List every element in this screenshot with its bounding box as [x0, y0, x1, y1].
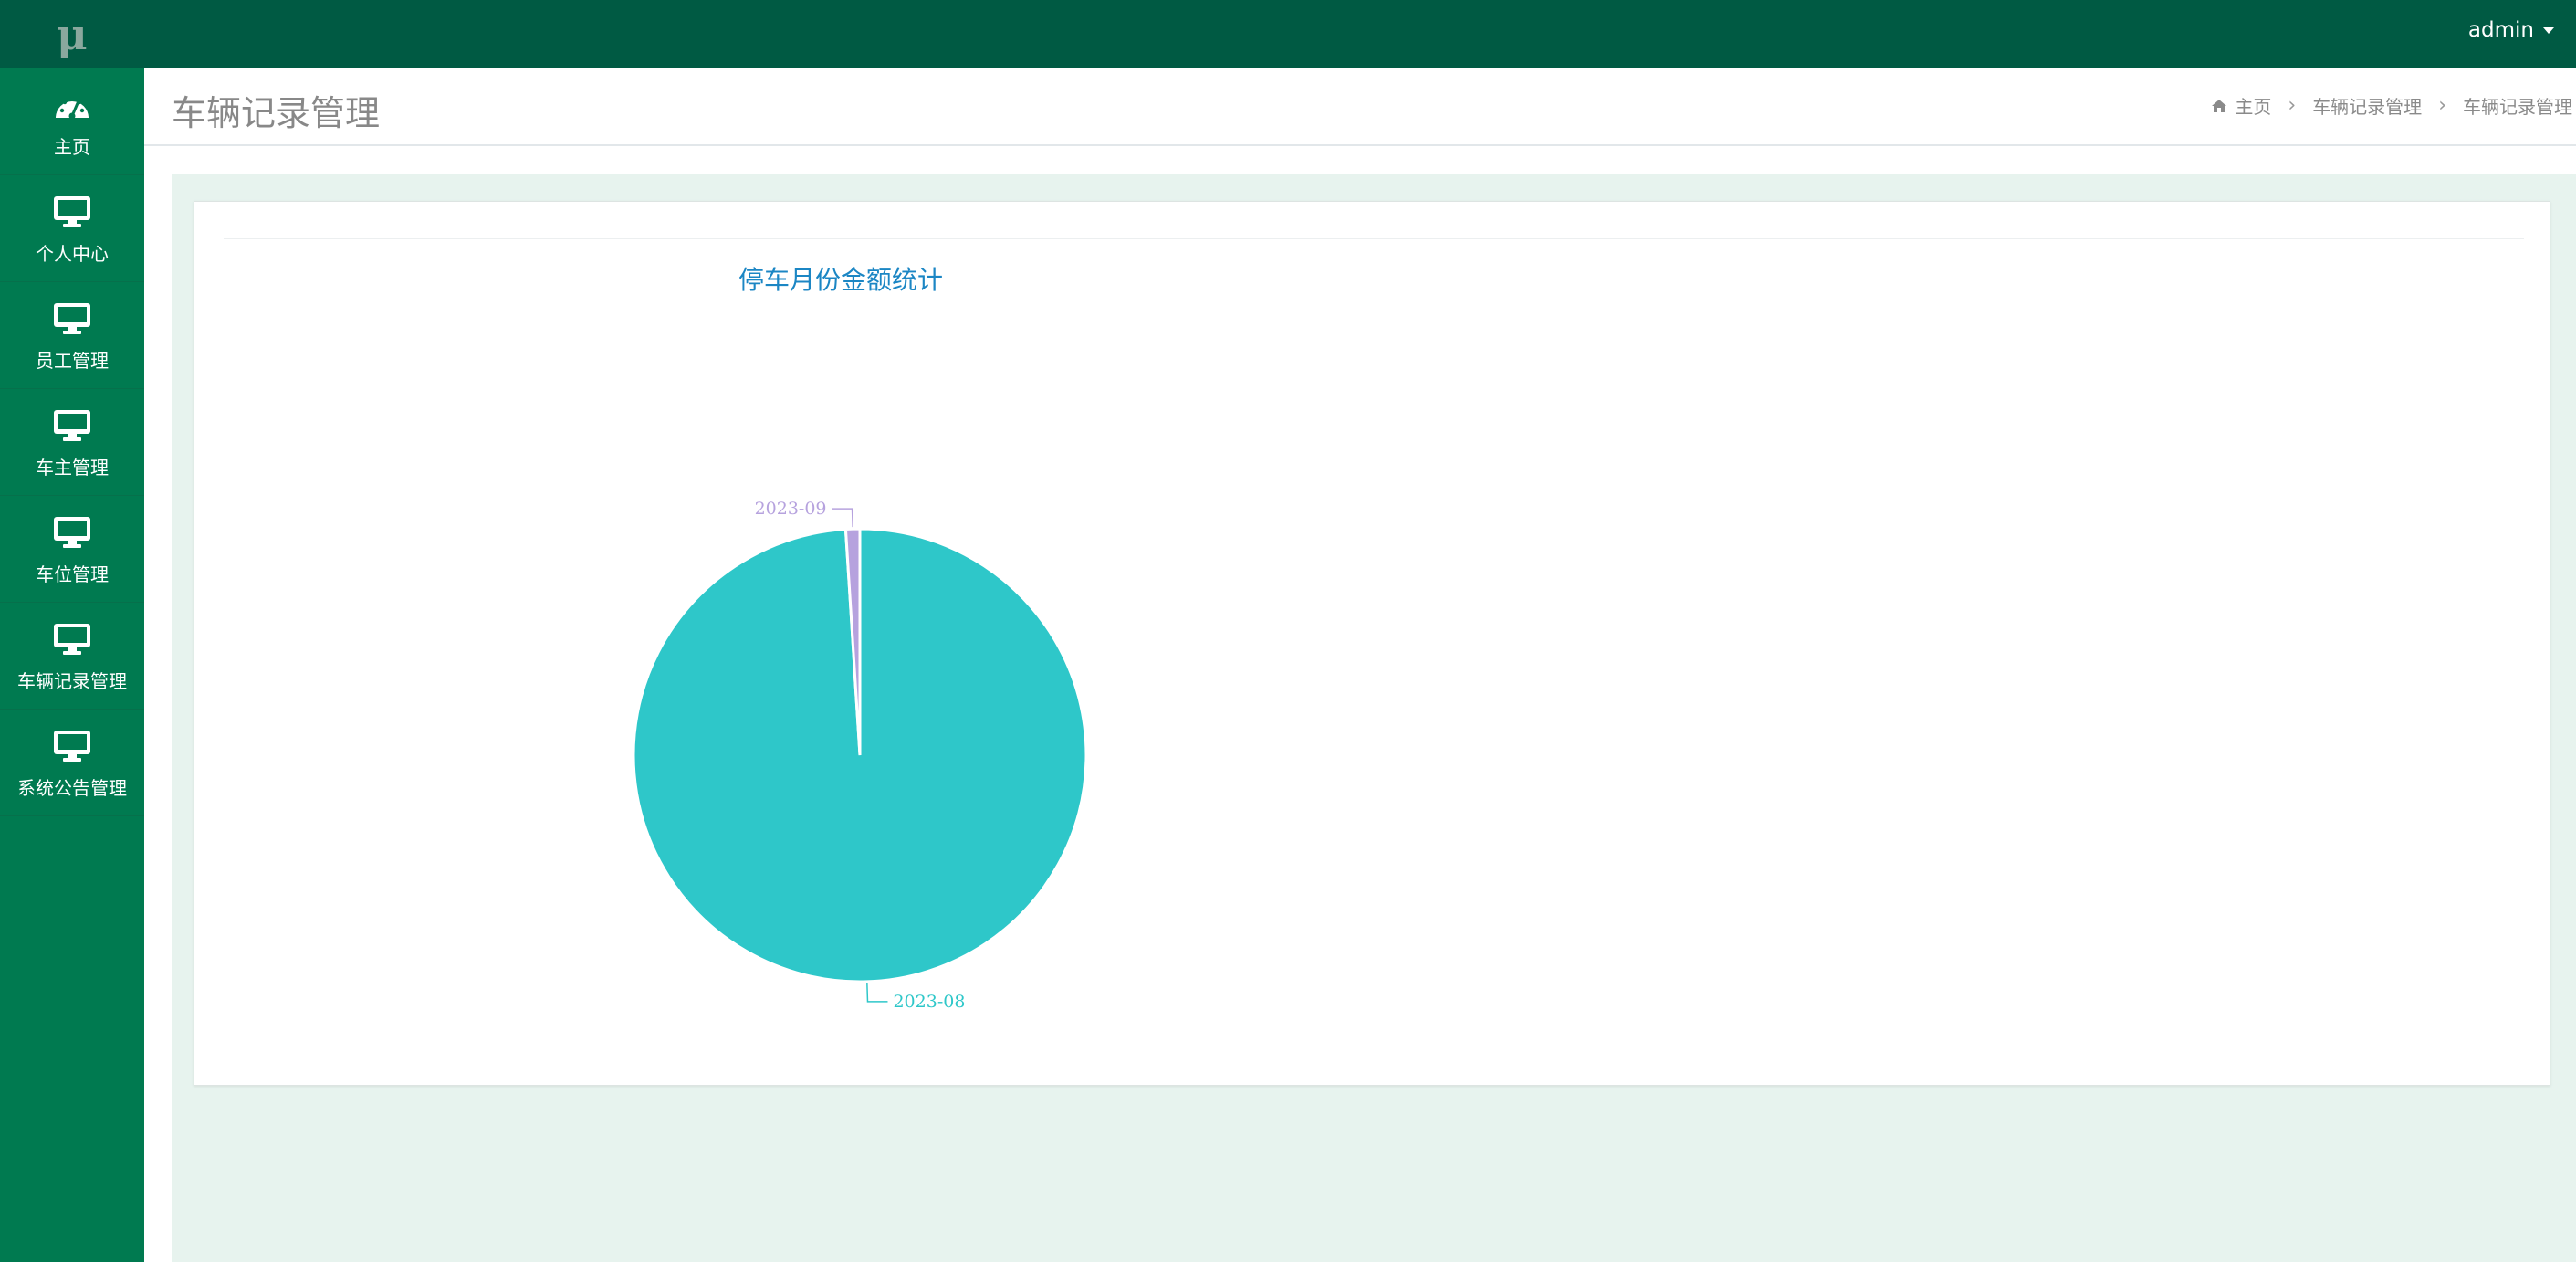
monitor-icon [52, 192, 92, 228]
sidebar-item-personal-center[interactable]: 个人中心 [0, 175, 144, 282]
sidebar-item-home[interactable]: 主页 [0, 68, 144, 175]
breadcrumb-item-label: 主页 [2235, 96, 2272, 118]
breadcrumb-item[interactable]: 车辆记录管理 [2312, 92, 2422, 119]
monitor-icon [52, 726, 92, 762]
breadcrumb: 主页 › 车辆记录管理 › 车辆记录管理 [2211, 92, 2572, 119]
sidebar-item-label: 车主管理 [36, 456, 109, 479]
pie-label: 2023-09 [755, 499, 827, 519]
pie-label: 2023-08 [893, 992, 965, 1012]
sidebar-item-announcements[interactable]: 系统公告管理 [0, 710, 144, 816]
home-icon [2212, 99, 2227, 112]
page-header: 车辆记录管理 主页 › 车辆记录管理 › 车辆记录管理 [144, 68, 2576, 146]
sidebar-item-label: 个人中心 [36, 242, 109, 265]
sidebar: 主页 个人中心 员工管理 车主管理 车位管理 车辆记录管理 系统公告管理 [0, 68, 144, 1262]
sidebar-item-label: 车辆记录管理 [17, 669, 127, 692]
main-content: 停车月份金额统计 2023-08 2023-09 [172, 174, 2576, 1262]
breadcrumb-home[interactable]: 主页 [2211, 92, 2271, 119]
user-menu[interactable]: admin [2468, 0, 2554, 60]
sidebar-item-label: 员工管理 [36, 349, 109, 372]
sidebar-item-vehicle-records[interactable]: 车辆记录管理 [0, 603, 144, 710]
pie-leader-line [832, 508, 853, 528]
monitor-icon [52, 619, 92, 656]
monitor-icon [52, 405, 92, 442]
user-name: admin [2467, 18, 2534, 42]
monitor-icon [52, 512, 92, 549]
sidebar-item-owners[interactable]: 车主管理 [0, 389, 144, 496]
top-bar: μ admin [0, 0, 2576, 68]
chevron-right-icon: › [2438, 94, 2446, 117]
sidebar-item-label: 主页 [54, 135, 90, 158]
sidebar-item-staff[interactable]: 员工管理 [0, 282, 144, 389]
sidebar-item-label: 车位管理 [36, 563, 109, 585]
monitor-icon [52, 299, 92, 335]
dashboard-icon [52, 85, 92, 121]
page-title: 车辆记录管理 [172, 93, 381, 133]
caret-down-icon [2543, 26, 2554, 34]
sidebar-item-label: 系统公告管理 [17, 776, 127, 799]
app-logo[interactable]: μ [0, 0, 144, 68]
sidebar-item-parking-spaces[interactable]: 车位管理 [0, 496, 144, 603]
pie-leader-line [866, 983, 888, 1003]
breadcrumb-current: 车辆记录管理 [2463, 96, 2572, 118]
pie-chart: 2023-08 2023-09 [632, 499, 1088, 1012]
chart-panel: 停车月份金额统计 2023-08 2023-09 [194, 201, 2550, 1086]
chevron-right-icon: › [2288, 94, 2297, 117]
